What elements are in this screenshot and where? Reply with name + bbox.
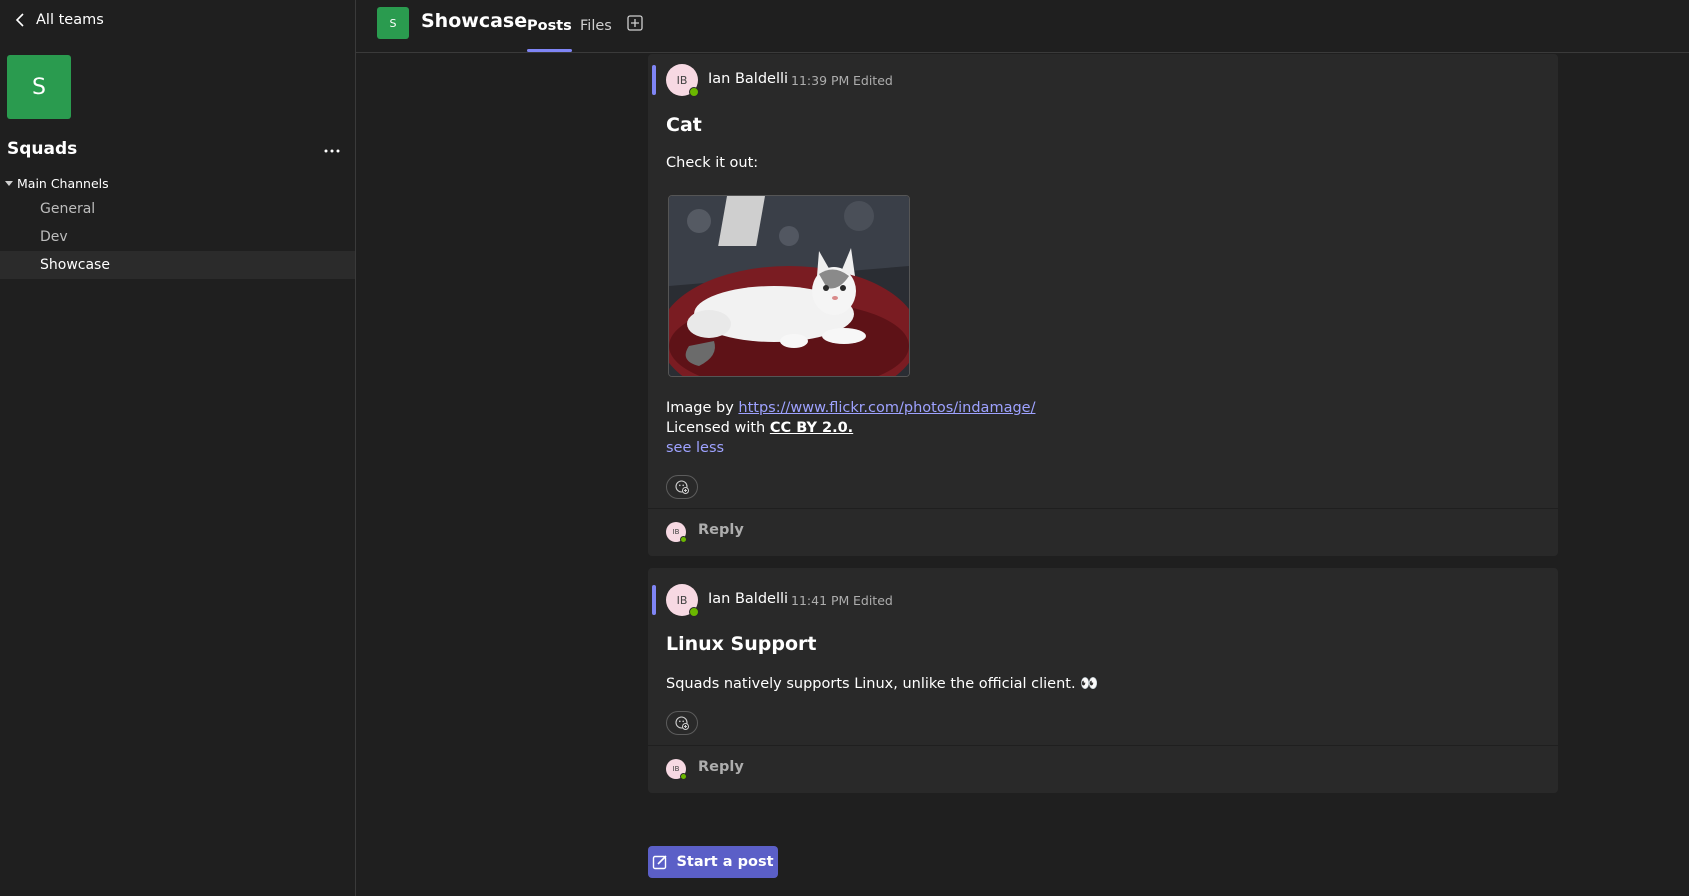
add-tab-icon[interactable] <box>627 15 643 31</box>
all-teams-link[interactable]: All teams <box>14 8 104 32</box>
start-post-button[interactable]: Start a post <box>648 846 778 878</box>
kitten-image <box>669 196 909 376</box>
sidebar-item-dev[interactable]: Dev <box>0 223 355 251</box>
avatar-initials: IB <box>672 765 680 773</box>
sidebar-item-label: General <box>40 201 96 217</box>
credit-link[interactable]: https://www.flickr.com/photos/indamage/ <box>738 400 1035 416</box>
tab-posts[interactable]: Posts <box>527 0 572 52</box>
license-line: Licensed with CC BY 2.0. <box>666 420 853 436</box>
more-dots-icon <box>324 149 340 153</box>
post-image[interactable] <box>668 195 910 377</box>
post-accent-bar <box>652 65 656 95</box>
presence-available-icon <box>680 773 687 780</box>
avatar-initials: IB <box>676 593 688 607</box>
avatar[interactable]: IB <box>666 64 699 97</box>
avatar[interactable]: IB <box>666 584 699 617</box>
avatar-initials: IB <box>672 528 680 536</box>
tab-posts-label: Posts <box>527 18 572 34</box>
chevron-left-icon <box>15 13 24 27</box>
channel-group-label: Main Channels <box>17 176 109 191</box>
add-reaction-button[interactable] <box>666 475 698 499</box>
edited-label: Edited <box>853 73 893 88</box>
presence-available-icon <box>689 607 699 617</box>
post-card: IB Ian Baldelli 11:41 PM Edited Linux Su… <box>648 568 1558 793</box>
sidebar-item-label: Showcase <box>40 257 110 273</box>
channel-avatar: S <box>377 7 409 39</box>
post-body-text: Squads natively supports Linux, unlike t… <box>666 676 1099 692</box>
presence-available-icon <box>680 536 687 543</box>
team-more-options-button[interactable] <box>320 139 344 163</box>
license-link[interactable]: CC BY 2.0. <box>770 420 853 436</box>
avatar: IB <box>666 522 687 543</box>
sidebar-item-showcase[interactable]: Showcase <box>0 251 355 279</box>
post-accent-bar <box>652 585 656 615</box>
avatar-initials: IB <box>676 73 688 87</box>
post-timestamp: 11:39 PM <box>791 73 850 88</box>
reply-button[interactable]: IB Reply <box>648 746 1558 792</box>
post-intro-text: Check it out: <box>666 155 759 171</box>
post-card: IB Ian Baldelli 11:39 PM Edited Cat Chec… <box>648 54 1558 556</box>
sidebar: All teams S Squads Main Channels General… <box>0 0 356 896</box>
post-timestamp: 11:41 PM <box>791 593 850 608</box>
post-title: Cat <box>666 114 702 136</box>
edited-label: Edited <box>853 593 893 608</box>
reply-label: Reply <box>698 522 744 538</box>
channel-header: S Showcase Posts Files <box>356 0 1689 53</box>
all-teams-label: All teams <box>36 12 104 28</box>
team-name: Squads <box>7 139 78 159</box>
add-reaction-button[interactable] <box>666 711 698 735</box>
tab-files-label: Files <box>580 18 612 34</box>
reply-label: Reply <box>698 759 744 775</box>
sidebar-item-general[interactable]: General <box>0 195 355 223</box>
post-author: Ian Baldelli <box>708 591 789 607</box>
post-title: Linux Support <box>666 633 817 655</box>
presence-available-icon <box>689 87 699 97</box>
compose-icon <box>653 855 668 870</box>
image-credit-line: Image by https://www.flickr.com/photos/i… <box>666 400 1035 416</box>
channel-group-toggle[interactable]: Main Channels <box>5 176 109 191</box>
start-post-label: Start a post <box>676 854 774 870</box>
emoji-add-icon <box>675 480 689 494</box>
team-avatar[interactable]: S <box>7 55 71 119</box>
channel-title: Showcase <box>421 10 528 32</box>
see-less-link[interactable]: see less <box>666 440 724 456</box>
post-author: Ian Baldelli <box>708 71 789 87</box>
reply-button[interactable]: IB Reply <box>648 509 1558 555</box>
avatar: IB <box>666 759 687 780</box>
credit-prefix: Image by <box>666 400 739 416</box>
tab-files[interactable]: Files <box>580 0 612 52</box>
sidebar-item-label: Dev <box>40 229 68 245</box>
caret-down-icon <box>5 180 13 186</box>
license-prefix: Licensed with <box>666 420 770 436</box>
emoji-add-icon <box>675 716 689 730</box>
